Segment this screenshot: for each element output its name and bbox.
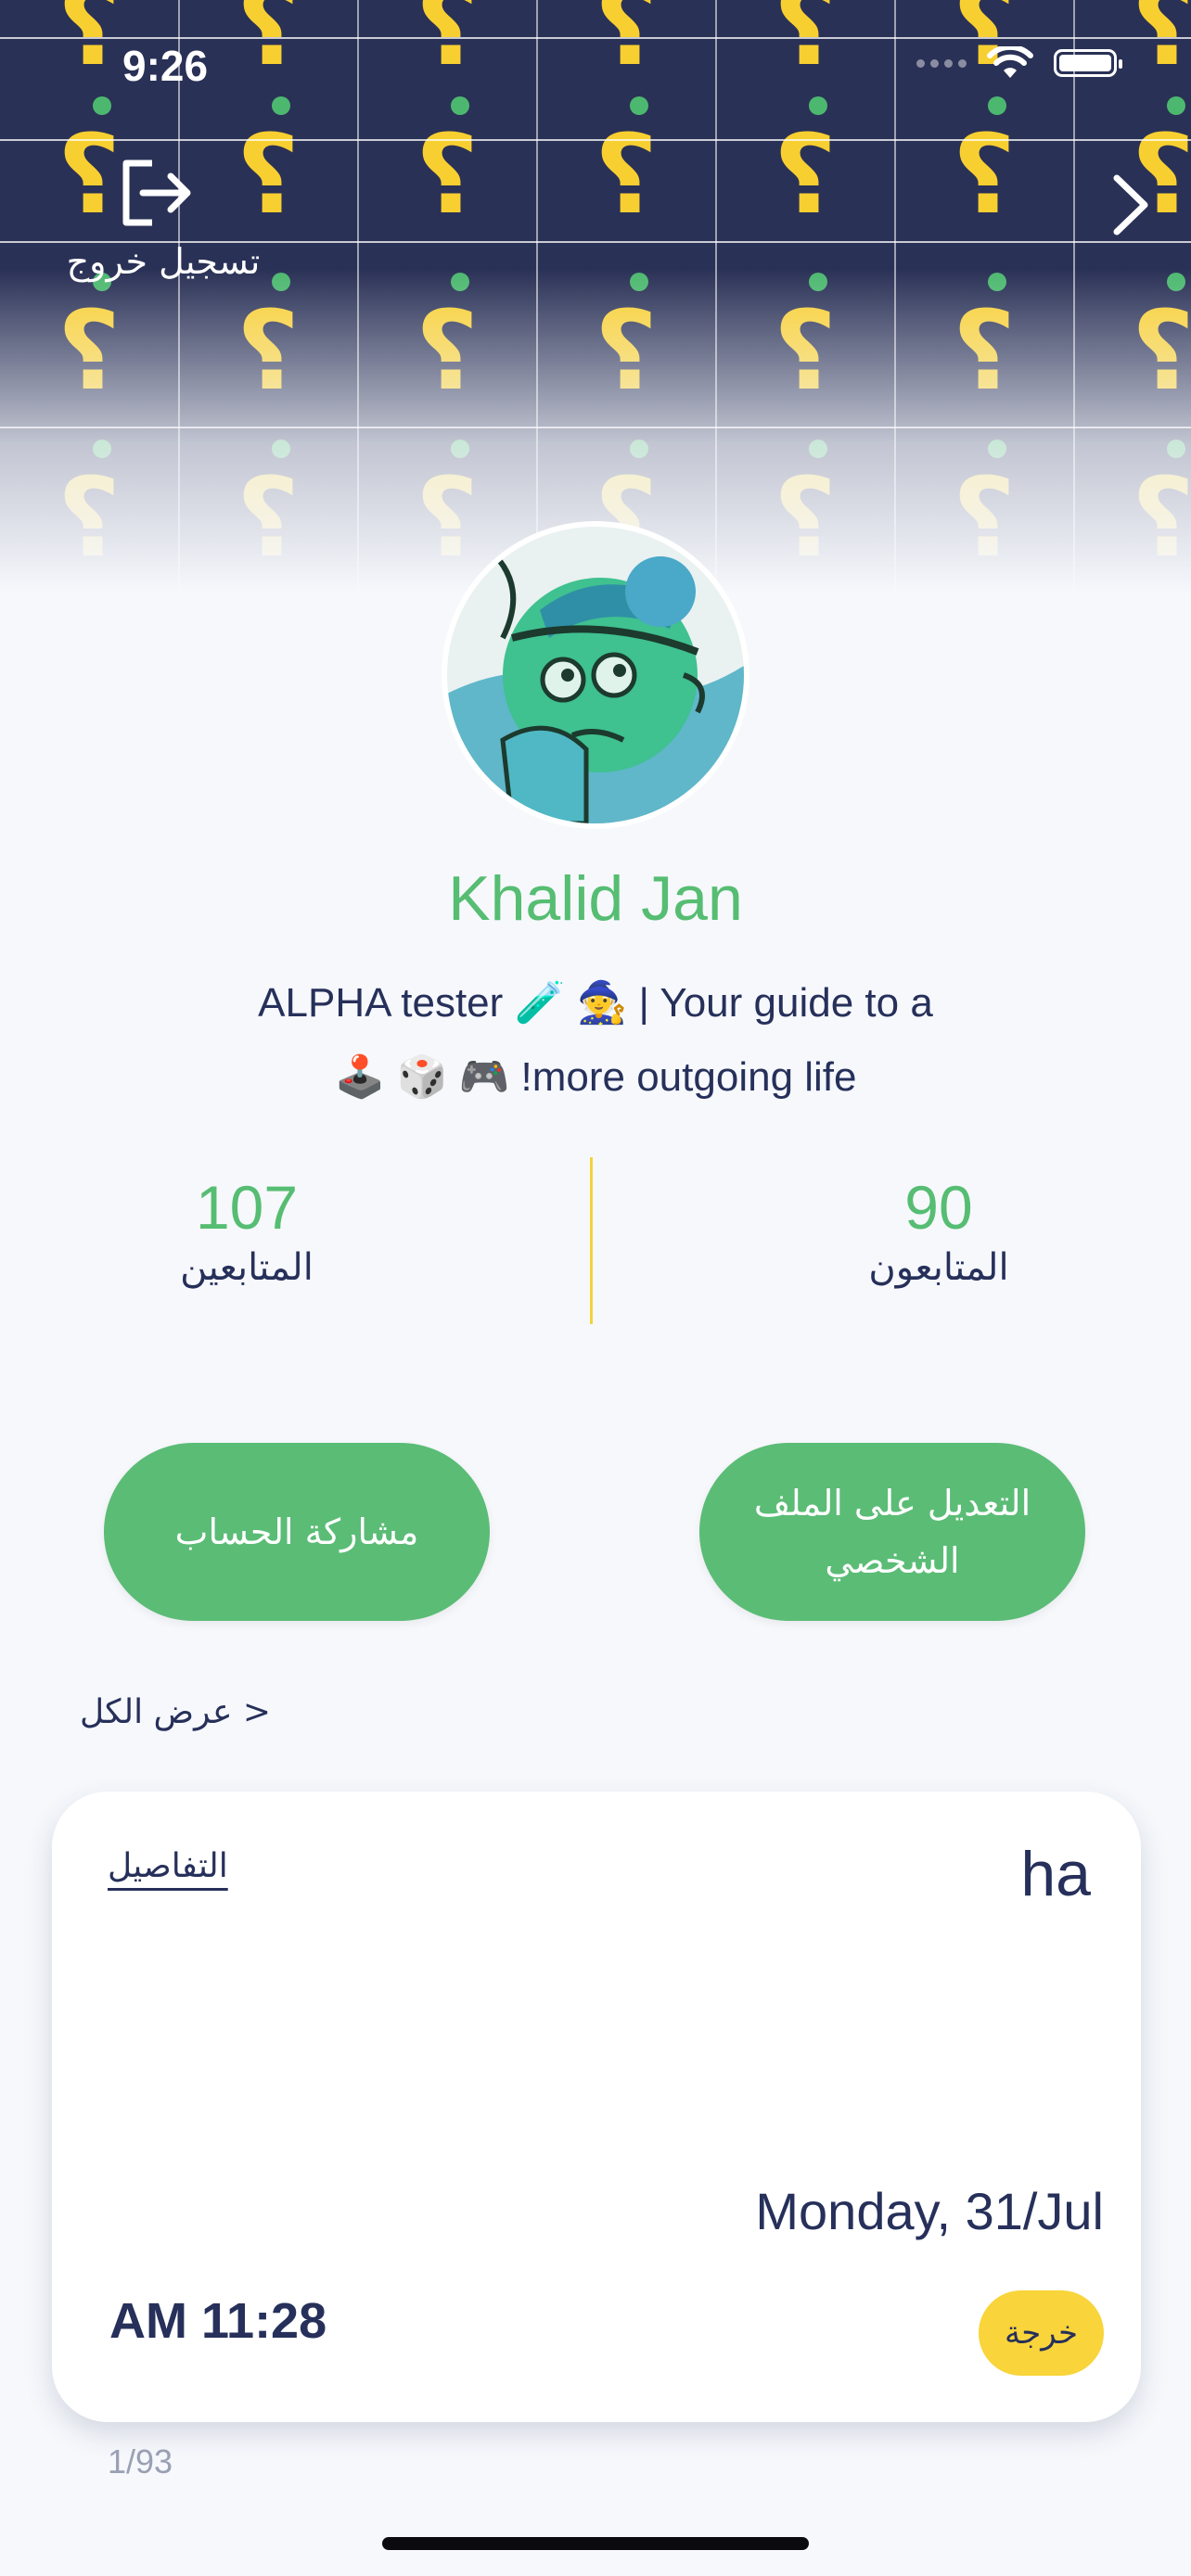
event-details-link[interactable]: التفاصيل	[108, 1847, 228, 1885]
avatar-illustration	[447, 527, 744, 823]
event-type-badge: خرجة	[978, 2290, 1104, 2376]
avatar[interactable]	[442, 521, 749, 829]
stat-value: 90	[904, 1173, 973, 1242]
event-time: AM 11:28	[109, 2293, 327, 2349]
home-indicator	[382, 2537, 809, 2550]
stat-label: المتابعون	[868, 1246, 1009, 1289]
status-time: 9:26	[122, 42, 209, 90]
profile-name: Khalid Jan	[448, 863, 743, 934]
event-card[interactable]: ha التفاصيل Monday, 31/Jul AM 11:28 خرجة	[52, 1792, 1141, 2422]
battery-icon	[1054, 49, 1122, 77]
stat-divider	[590, 1157, 593, 1324]
page-counter: 1/93	[108, 2442, 173, 2480]
edit-profile-label-line2: الشخصي	[825, 1540, 960, 1581]
edit-profile-label-line1: التعديل على الملف	[753, 1483, 1031, 1524]
edit-profile-label: التعديل على الملف الشخصي	[754, 1474, 1031, 1589]
bio-line-2: 🕹️ 🎲 🎮 !more outgoing life	[334, 1054, 857, 1100]
logout-button[interactable]: تسجيل خروج	[52, 156, 275, 295]
event-date: Monday, 31/Jul	[755, 2182, 1104, 2240]
stat-label: المتابعين	[180, 1246, 314, 1289]
share-account-label: مشاركة الحساب	[174, 1511, 419, 1552]
logout-label: تسجيل خروج	[66, 241, 261, 282]
stat-value: 107	[195, 1173, 299, 1242]
share-account-button[interactable]: مشاركة الحساب	[104, 1443, 490, 1621]
bio-line-1: ALPHA tester 🧪 🧙 | Your guide to a	[258, 980, 933, 1026]
edit-profile-button[interactable]: التعديل على الملف الشخصي	[699, 1443, 1085, 1621]
chevron-right-icon[interactable]	[1104, 172, 1159, 237]
status-icons	[916, 46, 1122, 80]
cellular-icon	[916, 58, 967, 68]
wifi-icon	[987, 46, 1033, 78]
event-title: ha	[1020, 1839, 1091, 1909]
view-all-link[interactable]: عرض الكل >	[80, 1693, 271, 1731]
stat-followers-right[interactable]: 90 المتابعون	[772, 1170, 1106, 1291]
stat-followers-left[interactable]: 107 المتابعين	[80, 1170, 414, 1291]
profile-bio: ALPHA tester 🧪 🧙 | Your guide to a 🕹️ 🎲 …	[186, 966, 1005, 1115]
logout-icon	[122, 159, 191, 226]
